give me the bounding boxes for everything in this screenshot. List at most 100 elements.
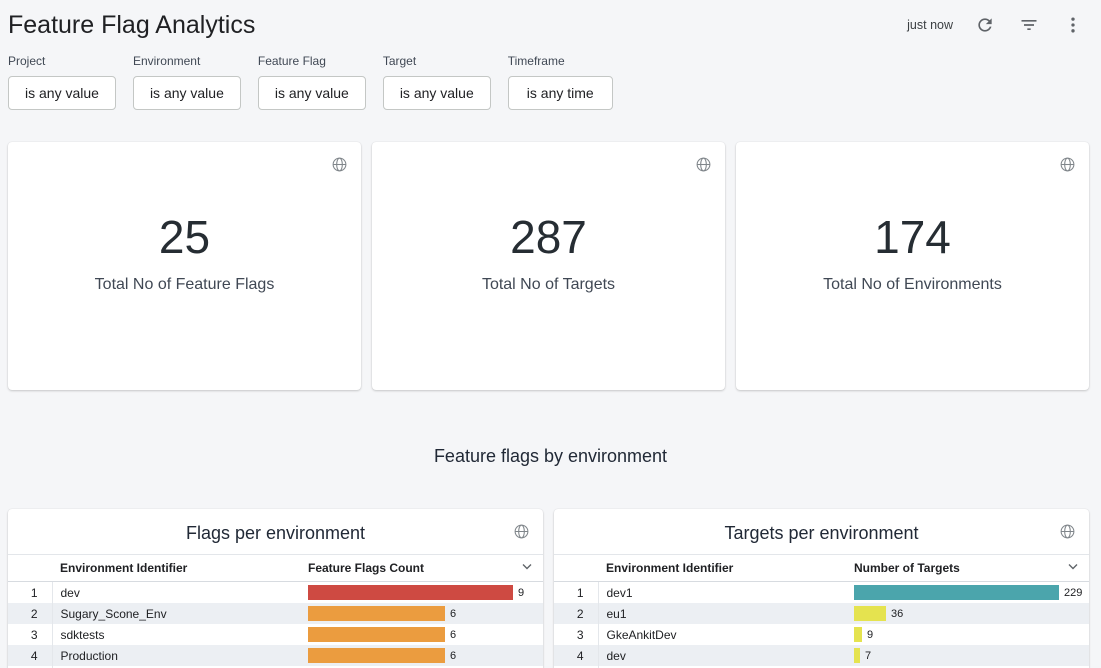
column-header-value-label: Number of Targets: [854, 561, 960, 575]
row-number-header: [554, 555, 598, 582]
dashboard-page: Feature Flag Analytics just now Project …: [0, 0, 1101, 668]
table-row[interactable]: 1dev1 229: [554, 582, 1089, 604]
tile-globe-button[interactable]: [1055, 152, 1079, 176]
bar-cell[interactable]: 7: [846, 645, 1089, 666]
filter-feature-flag-label: Feature Flag: [258, 54, 366, 68]
filter-icon: [1019, 15, 1039, 35]
row-index: 3: [8, 624, 52, 645]
bar-wrap: 229: [854, 585, 1081, 600]
bar-cell[interactable]: 9: [300, 582, 543, 604]
more-vert-icon: [1063, 15, 1083, 35]
table-title: Targets per environment: [554, 523, 1089, 544]
bar-cell[interactable]: 9: [846, 624, 1089, 645]
kpi-value: 287: [510, 214, 587, 260]
bar-cell[interactable]: 229: [846, 582, 1089, 604]
kpi-value: 25: [159, 214, 210, 260]
kpi-label: Total No of Feature Flags: [95, 276, 275, 294]
filter-timeframe-label: Timeframe: [508, 54, 613, 68]
dashboard-filters-button[interactable]: [1017, 13, 1041, 37]
column-header-value[interactable]: Feature Flags Count: [300, 555, 543, 582]
bar-cell[interactable]: 36: [846, 603, 1089, 624]
kpi-row: 25 Total No of Feature Flags 287 Total N…: [8, 142, 1089, 390]
column-header-environment[interactable]: Environment Identifier: [598, 555, 846, 582]
table-row[interactable]: 4Production 6: [8, 645, 543, 666]
bar-cell[interactable]: 6: [300, 624, 543, 645]
table-row[interactable]: 3GkeAnkitDev9: [554, 624, 1089, 645]
table-row[interactable]: 1dev9: [8, 582, 543, 604]
environment-cell[interactable]: dev: [52, 582, 300, 604]
kpi-value: 174: [874, 214, 951, 260]
environment-cell[interactable]: sdktests: [52, 624, 300, 645]
table-row[interactable]: 2Sugary_Scone_Env 6: [8, 603, 543, 624]
table-row[interactable]: 3sdktests 6: [8, 624, 543, 645]
environment-cell[interactable]: dev: [598, 645, 846, 666]
value-bar[interactable]: [854, 627, 862, 642]
kpi-label: Total No of Environments: [823, 276, 1002, 294]
filter-project-value-button[interactable]: is any value: [8, 76, 116, 110]
filter-target-value-button[interactable]: is any value: [383, 76, 491, 110]
tile-globe-button[interactable]: [691, 152, 715, 176]
table-row[interactable]: 2eu136: [554, 603, 1089, 624]
filter-project: Project is any value: [8, 54, 116, 110]
bar-value-label: 6: [450, 629, 456, 641]
value-bar[interactable]: [854, 648, 860, 663]
bar-cell[interactable]: 6: [300, 603, 543, 624]
table-body: 1dev12292eu1363GkeAnkitDev94dev75us14: [554, 582, 1089, 668]
dashboard-header: Feature Flag Analytics just now: [0, 0, 1101, 42]
section-title: Feature flags by environment: [0, 446, 1101, 467]
tile-globe-button[interactable]: [509, 519, 533, 543]
environment-cell[interactable]: Sugary_Scone_Env: [52, 603, 300, 624]
globe-icon: [513, 523, 530, 540]
table-body: 1dev92Sugary_Scone_Env63sdktests64Produc…: [8, 582, 543, 668]
globe-icon: [1059, 156, 1076, 173]
bar-value-label: 7: [865, 650, 871, 662]
environment-cell[interactable]: eu1: [598, 603, 846, 624]
value-bar[interactable]: [308, 585, 513, 600]
filter-environment-value-button[interactable]: is any value: [133, 76, 241, 110]
last-updated-text: just now: [907, 18, 953, 32]
row-index: 1: [554, 582, 598, 604]
more-menu-button[interactable]: [1061, 13, 1085, 37]
bar-value-label: 9: [518, 587, 524, 599]
bar-value-label: 229: [1064, 587, 1082, 599]
row-number-header: [8, 555, 52, 582]
chevron-down-icon[interactable]: [519, 559, 535, 578]
refresh-button[interactable]: [973, 13, 997, 37]
tables-row: Flags per environment Environment Identi…: [8, 509, 1089, 668]
chevron-down-icon[interactable]: [1065, 559, 1081, 578]
tile-globe-button[interactable]: [327, 152, 351, 176]
row-index: 2: [8, 603, 52, 624]
column-header-value[interactable]: Number of Targets: [846, 555, 1089, 582]
targets-per-environment-table: Environment Identifier Number of Targets…: [554, 554, 1089, 668]
filter-timeframe-value-button[interactable]: is any time: [508, 76, 613, 110]
table-row[interactable]: 4dev7: [554, 645, 1089, 666]
tile-globe-button[interactable]: [1055, 519, 1079, 543]
value-bar[interactable]: [854, 585, 1059, 600]
filter-project-label: Project: [8, 54, 116, 68]
kpi-label: Total No of Targets: [482, 276, 615, 294]
bar-wrap: 36: [854, 606, 1081, 621]
bar-wrap: 6: [308, 648, 535, 663]
bar-cell[interactable]: 6: [300, 645, 543, 666]
bar-value-label: 6: [450, 608, 456, 620]
environment-cell[interactable]: GkeAnkitDev: [598, 624, 846, 645]
targets-per-environment-card: Targets per environment Environment Iden…: [554, 509, 1089, 668]
flags-per-environment-table: Environment Identifier Feature Flags Cou…: [8, 554, 543, 668]
filter-feature-flag-value-button[interactable]: is any value: [258, 76, 366, 110]
value-bar[interactable]: [854, 606, 886, 621]
environment-cell[interactable]: dev1: [598, 582, 846, 604]
column-header-environment[interactable]: Environment Identifier: [52, 555, 300, 582]
kpi-card-environments: 174 Total No of Environments: [736, 142, 1089, 390]
kpi-card-feature-flags: 25 Total No of Feature Flags: [8, 142, 361, 390]
value-bar[interactable]: [308, 627, 445, 642]
row-index: 4: [8, 645, 52, 666]
value-bar[interactable]: [308, 648, 445, 663]
filter-timeframe: Timeframe is any time: [508, 54, 613, 110]
bar-wrap: 9: [854, 627, 1081, 642]
bar-value-label: 9: [867, 629, 873, 641]
bar-wrap: 6: [308, 627, 535, 642]
environment-cell[interactable]: Production: [52, 645, 300, 666]
value-bar[interactable]: [308, 606, 445, 621]
globe-icon: [695, 156, 712, 173]
bar-value-label: 6: [450, 650, 456, 662]
